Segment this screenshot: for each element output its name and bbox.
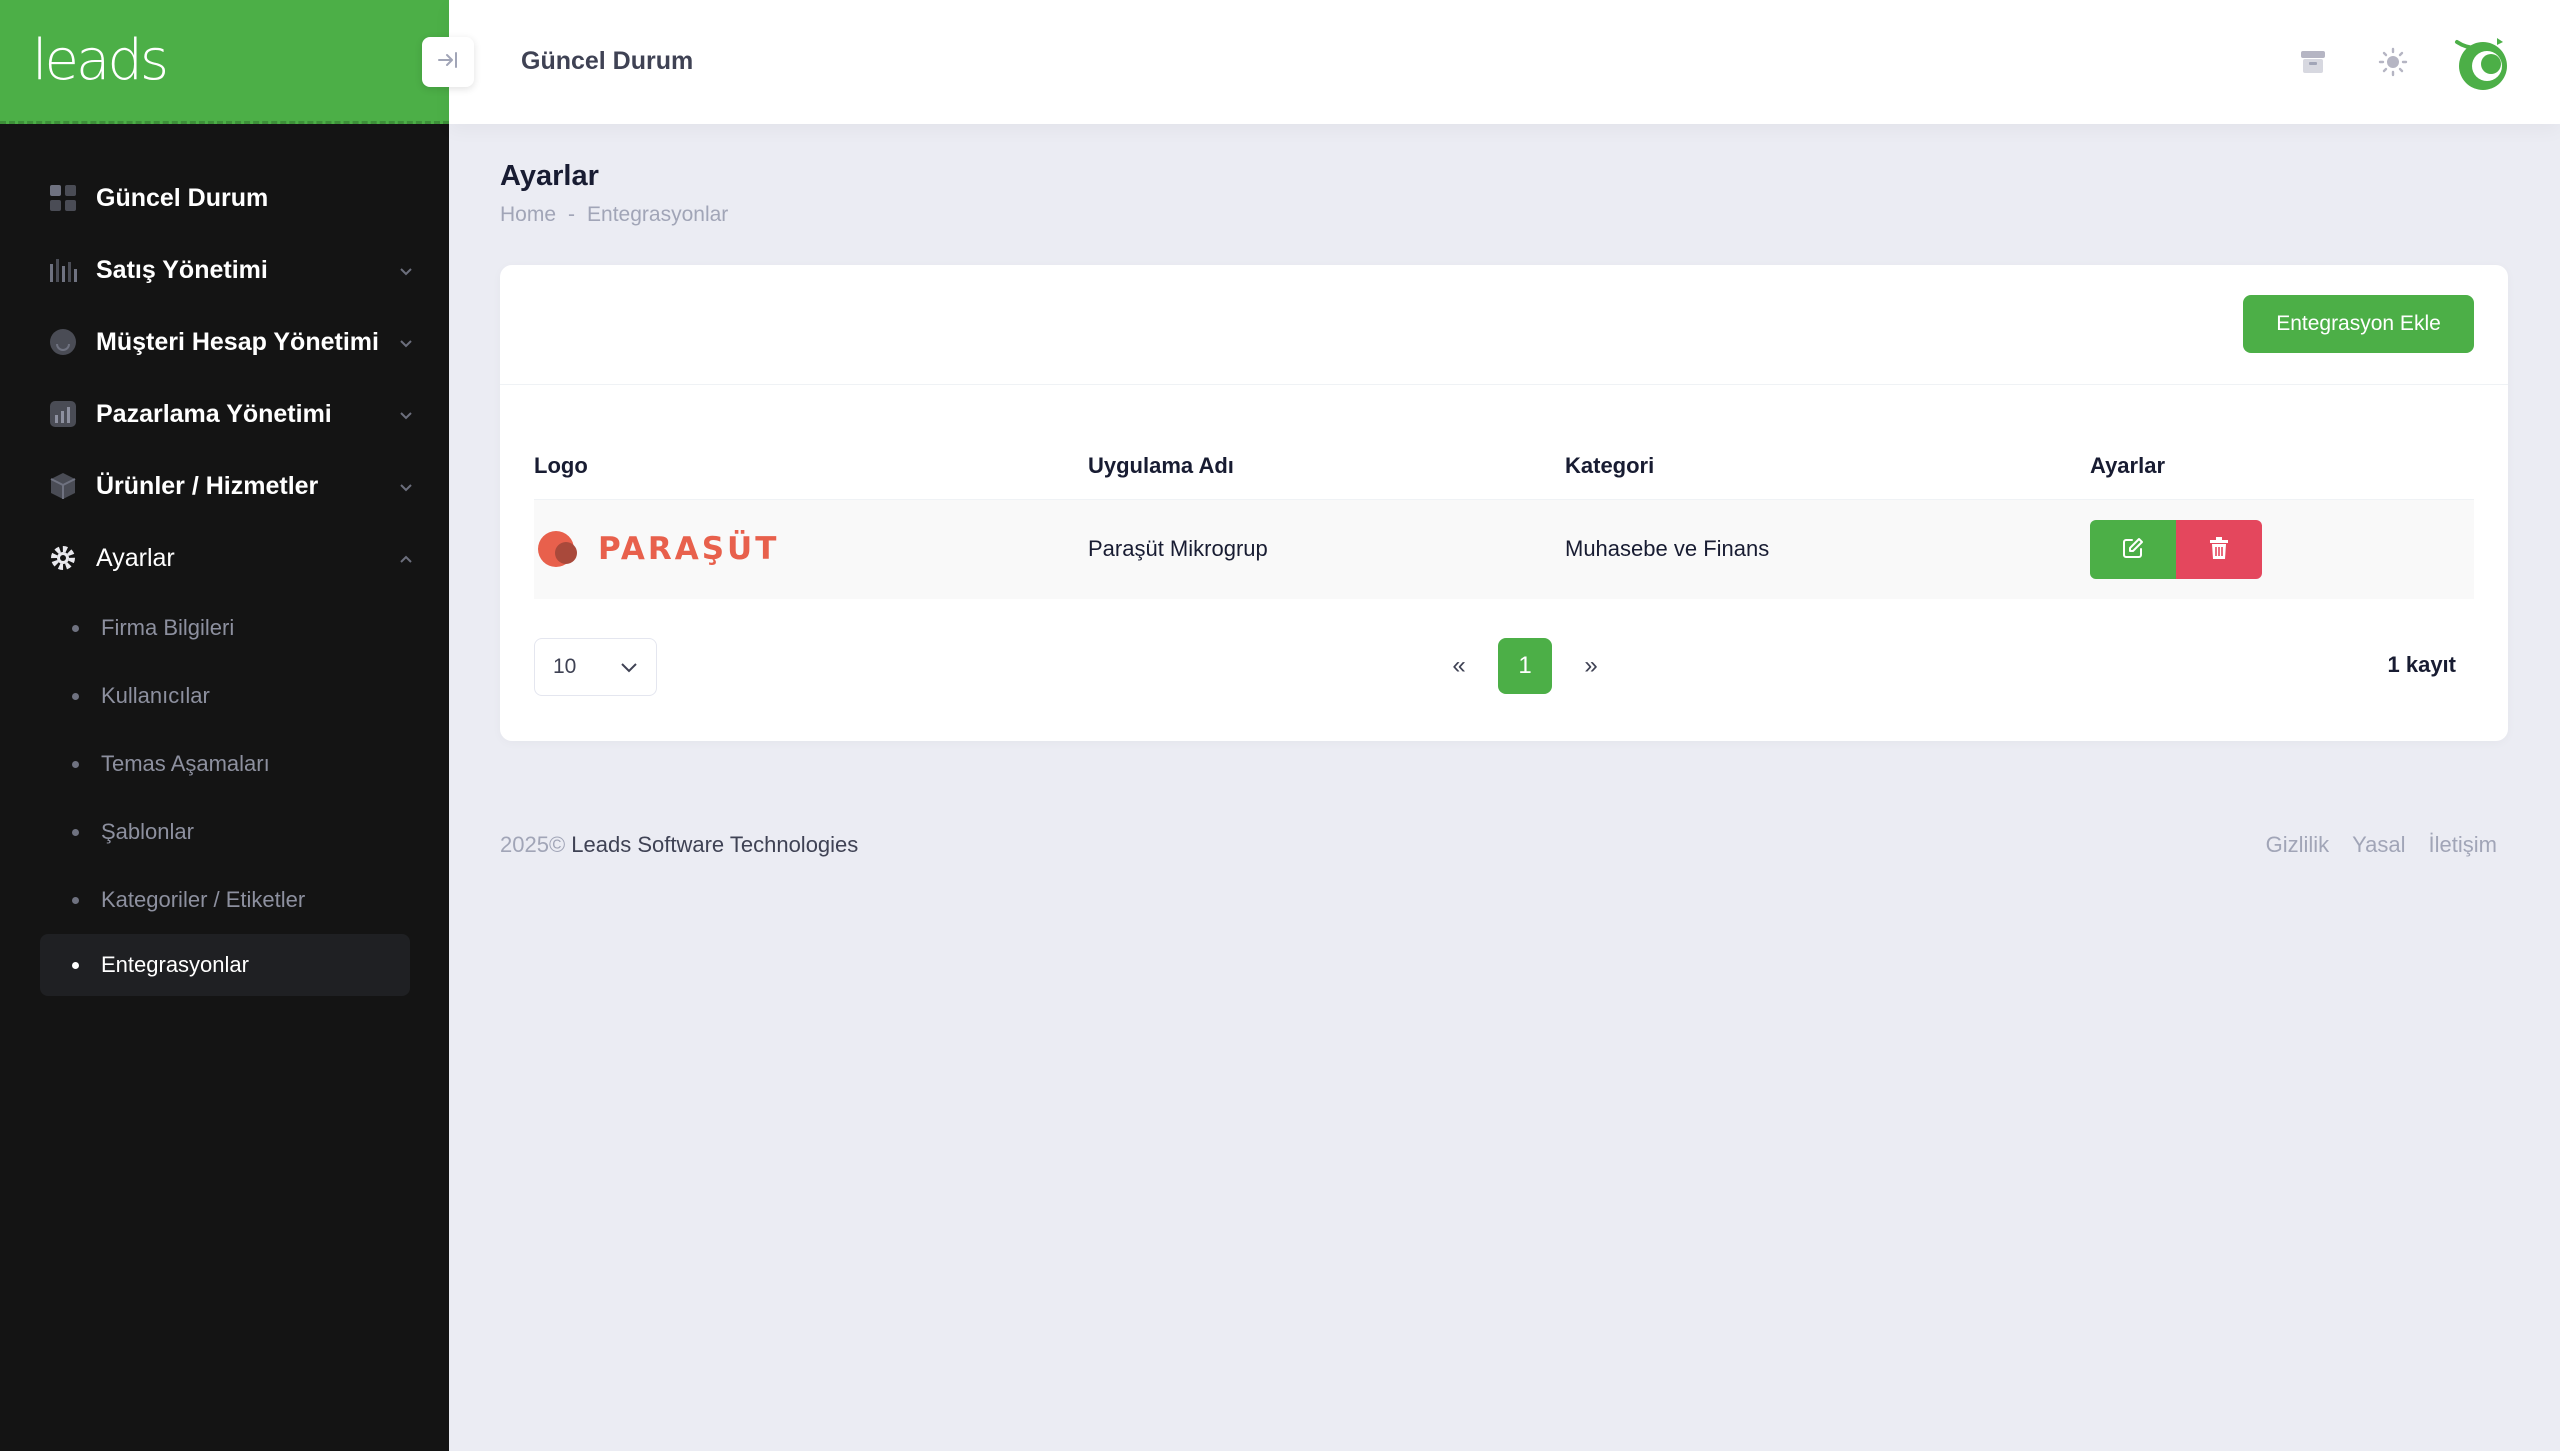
sidebar-item-label: Ürünler / Hizmetler: [96, 471, 319, 500]
breadcrumb-current: Entegrasyonlar: [587, 203, 729, 226]
gear-icon: [48, 543, 78, 573]
arrow-right-to-line-icon: [437, 48, 459, 76]
pagination: « 1 »: [1432, 638, 1618, 694]
sales-chart-icon: [48, 255, 78, 285]
bullet-icon: [72, 828, 79, 836]
footer-link-contact[interactable]: İletişim: [2429, 832, 2497, 858]
chevron-down-icon: [399, 332, 413, 353]
box-icon: [48, 471, 78, 501]
sidebar-subitem-label: Kullanıcılar: [101, 683, 210, 708]
sidebar-subitem-label: Kategoriler / Etiketler: [101, 887, 306, 912]
footer-link-legal[interactable]: Yasal: [2352, 832, 2405, 858]
chevron-down-icon: [399, 476, 413, 497]
page-footer: 2025© Leads Software Technologies Gizlil…: [500, 832, 2500, 858]
trash-icon: [2209, 536, 2229, 562]
page-size-value: 10: [553, 655, 577, 678]
cell-logo: PARAŞÜT: [534, 499, 1088, 599]
cell-app-name: Paraşüt Mikrogrup: [1088, 499, 1565, 599]
parasut-logo-text: PARAŞÜT: [598, 531, 780, 568]
pagination-prev[interactable]: «: [1432, 638, 1486, 694]
sidebar-subitem-firma-bilgileri[interactable]: Firma Bilgileri: [0, 594, 449, 662]
sidebar-subitem-label: Şablonlar: [101, 819, 194, 844]
column-header-category: Kategori: [1565, 433, 2090, 500]
chevron-down-icon: [620, 655, 638, 679]
sidebar-subitem-temas-asamalari[interactable]: Temas Aşamaları: [0, 730, 449, 798]
dashboard-grid-icon: [48, 183, 78, 213]
integrations-table: Logo Uygulama Adı Kategori Ayarlar PARAŞ…: [534, 433, 2474, 599]
sidebar: leads Güncel Durum Satış Yönetimi Müşter…: [0, 0, 474, 1451]
archive-box-icon[interactable]: [2291, 40, 2335, 84]
sun-theme-icon[interactable]: [2371, 40, 2415, 84]
user-avatar[interactable]: [2451, 34, 2511, 94]
sidebar-subitem-label: Entegrasyonlar: [101, 952, 249, 977]
column-header-settings: Ayarlar: [2090, 433, 2474, 500]
cell-category: Muhasebe ve Finans: [1565, 499, 2090, 599]
bullet-icon: [72, 961, 79, 969]
page-title: Ayarlar: [500, 160, 599, 192]
card-header: Entegrasyon Ekle: [500, 265, 2508, 385]
sidebar-item-ayarlar[interactable]: Ayarlar: [0, 522, 449, 594]
footer-links: Gizlilik Yasal İletişim: [2266, 832, 2497, 858]
integrations-card: Entegrasyon Ekle Logo Uygulama Adı Kateg…: [500, 265, 2508, 741]
add-integration-button[interactable]: Entegrasyon Ekle: [2243, 295, 2474, 353]
chevron-down-icon: [399, 404, 413, 425]
bullet-icon: [72, 896, 79, 904]
record-count: 1 kayıt: [2387, 652, 2457, 677]
column-header-app-name: Uygulama Adı: [1088, 433, 1565, 500]
sidebar-subitem-sablonlar[interactable]: Şablonlar: [0, 798, 449, 866]
sidebar-subitem-kategoriler-etiketler[interactable]: Kategoriler / Etiketler: [0, 866, 449, 934]
footer-year: 2025©: [500, 832, 566, 857]
footer-link-privacy[interactable]: Gizlilik: [2266, 832, 2330, 858]
breadcrumb: Home - Entegrasyonlar: [500, 203, 2508, 227]
marketing-chart-icon: [48, 399, 78, 429]
sidebar-item-pazarlama-yonetimi[interactable]: Pazarlama Yönetimi: [0, 378, 449, 450]
sidebar-toggle-button[interactable]: [422, 37, 474, 87]
table-header-row: Logo Uygulama Adı Kategori Ayarlar: [534, 433, 2474, 500]
footer-company-link[interactable]: Leads Software Technologies: [571, 832, 858, 857]
bullet-icon: [72, 624, 79, 632]
sidebar-item-guncel-durum[interactable]: Güncel Durum: [0, 162, 449, 234]
header-title: Güncel Durum: [521, 47, 694, 75]
sidebar-subitem-kullanicilar[interactable]: Kullanıcılar: [0, 662, 449, 730]
top-header: Güncel Durum: [449, 0, 2560, 124]
bullet-icon: [72, 692, 79, 700]
breadcrumb-separator: -: [568, 203, 576, 226]
sidebar-item-label: Satış Yönetimi: [96, 255, 268, 284]
footer-copyright: 2025© Leads Software Technologies: [500, 832, 2500, 858]
sidebar-item-musteri-hesap-yonetimi[interactable]: Müşteri Hesap Yönetimi: [0, 306, 449, 378]
sidebar-subitem-entegrasyonlar[interactable]: Entegrasyonlar: [40, 934, 410, 996]
sidebar-subitem-label: Temas Aşamaları: [101, 751, 270, 776]
bullet-icon: [72, 760, 79, 768]
chevron-up-icon: [399, 548, 413, 569]
sidebar-item-label: Pazarlama Yönetimi: [96, 399, 332, 428]
main-content: Ayarlar Home - Entegrasyonlar Entegrasyo…: [500, 124, 2508, 741]
edit-icon: [2122, 537, 2144, 562]
delete-button[interactable]: [2176, 519, 2262, 579]
sidebar-item-label: Güncel Durum: [96, 183, 269, 212]
cell-actions: [2090, 499, 2474, 599]
page-size-select[interactable]: 10: [534, 638, 657, 696]
customer-icon: [48, 327, 78, 357]
table-row: PARAŞÜT Paraşüt Mikrogrup Muhasebe ve Fi…: [534, 499, 2474, 599]
breadcrumb-home[interactable]: Home: [500, 203, 556, 227]
pagination-next[interactable]: »: [1564, 638, 1618, 694]
sidebar-item-urunler-hizmetler[interactable]: Ürünler / Hizmetler: [0, 450, 449, 522]
sidebar-item-label: Ayarlar: [96, 543, 175, 572]
sidebar-item-label: Müşteri Hesap Yönetimi: [96, 327, 379, 356]
pagination-page-1[interactable]: 1: [1498, 638, 1552, 694]
sidebar-menu: Güncel Durum Satış Yönetimi Müşteri Hesa…: [0, 124, 449, 996]
sidebar-item-satis-yonetimi[interactable]: Satış Yönetimi: [0, 234, 449, 306]
edit-button[interactable]: [2090, 519, 2176, 579]
sidebar-subitem-label: Firma Bilgileri: [101, 615, 235, 640]
leads-logo[interactable]: leads: [32, 28, 169, 93]
column-header-logo: Logo: [534, 433, 1088, 500]
parasut-logo: PARAŞÜT: [534, 531, 1088, 568]
sidebar-brand: leads: [0, 0, 474, 124]
chevron-down-icon: [399, 260, 413, 281]
table-footer: 10 « 1 » 1 kayıt: [534, 638, 2474, 696]
